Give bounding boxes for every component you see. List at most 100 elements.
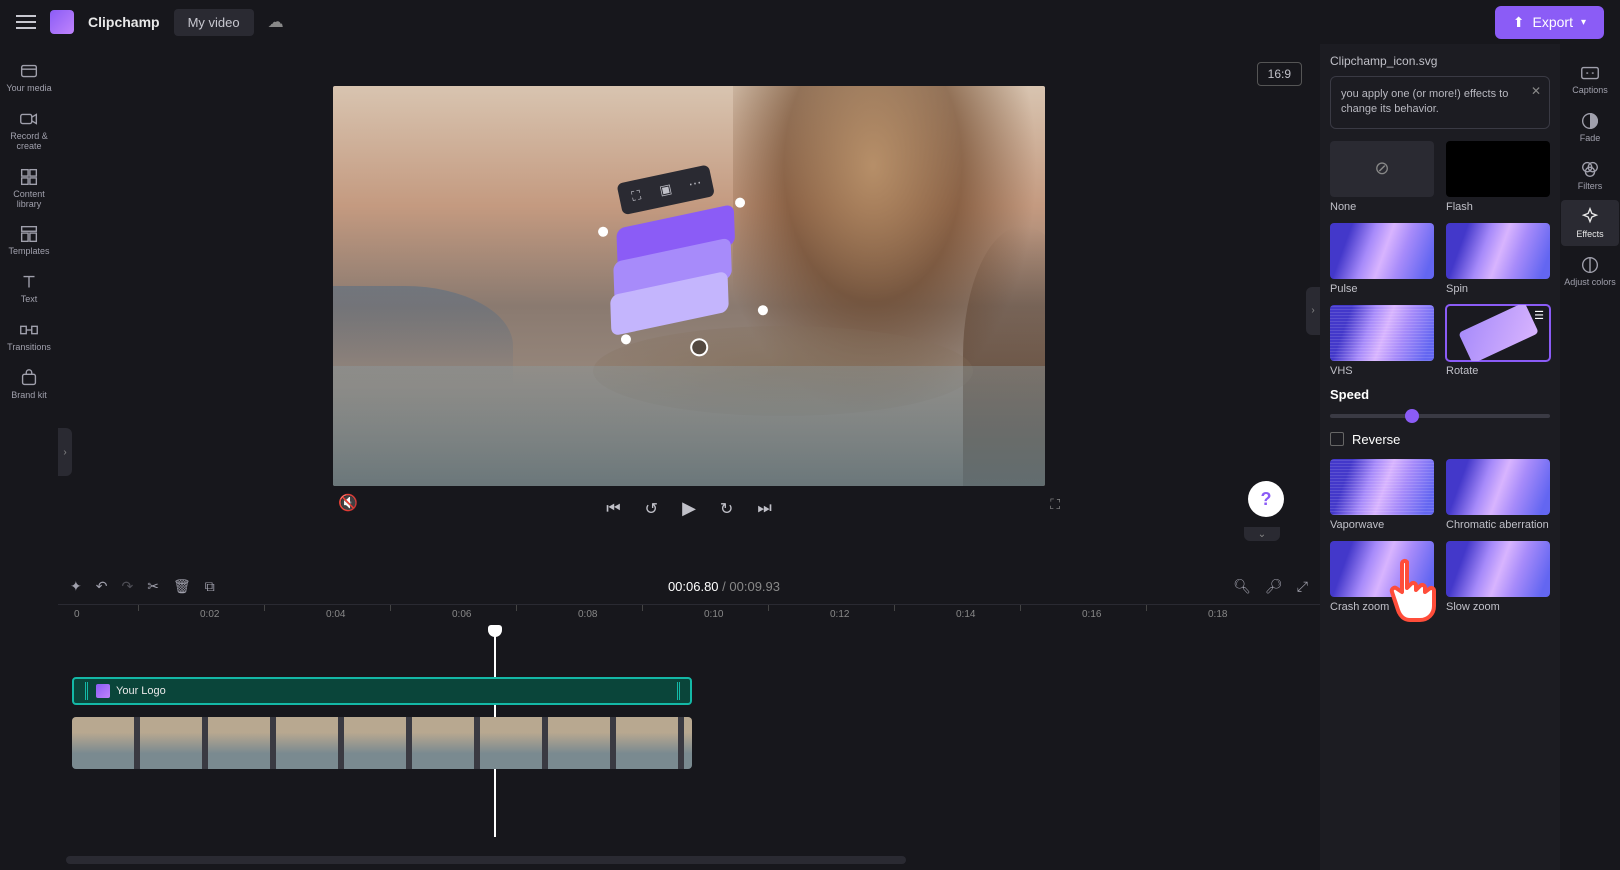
collapse-right-panel[interactable]: › (1306, 287, 1320, 335)
nav-brand-kit[interactable]: Brand kit (0, 361, 58, 407)
ruler-mark (768, 605, 769, 611)
effects-panel: Clipchamp_icon.svg ✕ you apply one (or m… (1320, 44, 1560, 870)
next-button[interactable]: ⏭ (757, 500, 771, 518)
ruler-tick: 0:18 (1208, 609, 1227, 620)
effect-flash[interactable]: Flash (1446, 141, 1550, 213)
effect-label: VHS (1330, 365, 1434, 377)
timeline-toolbar: ✦ ↶ ↷ ✂ 🗑 ⧉ 00:06.80 / 00:09.93 🔍︎ 🔎︎ ⤢ (58, 568, 1320, 604)
ruler-tick: 0:10 (704, 609, 723, 620)
effect-label: Chromatic aberration (1446, 519, 1550, 531)
chevron-down-icon: ▾ (1581, 17, 1586, 28)
tip-text: you apply one (or more!) effects to chan… (1341, 88, 1508, 115)
tip-close-button[interactable]: ✕ (1531, 83, 1541, 100)
magic-button[interactable]: ✦ (70, 578, 82, 595)
redo-button[interactable]: ↷ (121, 578, 133, 595)
nav-templates[interactable]: Templates (0, 217, 58, 263)
project-tab[interactable]: My video (174, 9, 254, 36)
effect-vaporwave[interactable]: Vaporwave (1330, 459, 1434, 531)
nav-record-create[interactable]: Record & create (0, 102, 58, 158)
time-sep: / (719, 579, 730, 594)
aspect-ratio-button[interactable]: 16:9 (1257, 62, 1302, 86)
effect-chromatic[interactable]: Chromatic aberration (1446, 459, 1550, 531)
zoom-out-button[interactable]: 🔍︎ (1233, 578, 1251, 595)
clip-grip-right[interactable] (676, 682, 680, 700)
brand-name: Clipchamp (88, 14, 160, 30)
effect-vhs[interactable]: VHS (1330, 305, 1434, 377)
nav-filters[interactable]: Filters (1561, 152, 1619, 198)
effect-spin[interactable]: Spin (1446, 223, 1550, 295)
nav-your-media[interactable]: Your media (0, 54, 58, 100)
forward-button[interactable]: ↻ (720, 499, 733, 519)
nav-fade[interactable]: Fade (1561, 104, 1619, 150)
effect-crash-zoom[interactable]: Crash zoom (1330, 541, 1434, 613)
ruler-tick: 0:02 (200, 609, 219, 620)
collapse-preview[interactable]: ⌄ (1244, 527, 1280, 541)
playback-controls: ⏮ ↺ ▶ ↻ ⏭ (606, 498, 771, 519)
nav-label: Content library (0, 190, 58, 210)
cloud-off-icon: ☁︎ (268, 12, 284, 32)
effect-rotate[interactable]: ☰Rotate (1446, 305, 1550, 377)
effect-label: Flash (1446, 201, 1550, 213)
ruler-tick: 0:04 (326, 609, 345, 620)
prev-button[interactable]: ⏮ (606, 500, 620, 518)
ruler-mark (264, 605, 265, 611)
nav-adjust-colors[interactable]: Adjust colors (1561, 248, 1619, 294)
tracks-container: Your Logo (58, 627, 1320, 773)
export-button[interactable]: ⬆ Export ▾ (1495, 6, 1604, 39)
effect-label: Vaporwave (1330, 519, 1434, 531)
reverse-checkbox[interactable] (1330, 432, 1344, 446)
clip-grip-left[interactable] (84, 682, 88, 700)
nav-label: Adjust colors (1564, 278, 1616, 288)
effect-none[interactable]: ⊘None (1330, 141, 1434, 213)
horizontal-scrollbar[interactable] (66, 856, 906, 864)
nav-effects[interactable]: Effects (1561, 200, 1619, 246)
nav-label: Filters (1578, 182, 1603, 192)
canvas-area: 16:9 ⛶ ▣ ⋯ 🔇 ⏮ ↺ ▶ ↻ (58, 44, 1320, 529)
clip-thumb-icon (96, 684, 110, 698)
video-preview[interactable]: ⛶ ▣ ⋯ (333, 86, 1045, 486)
clip-logo[interactable]: Your Logo (72, 677, 692, 705)
clip-label: Your Logo (116, 685, 166, 697)
app-logo (50, 10, 74, 34)
more-button[interactable]: ⋯ (678, 167, 713, 201)
sliders-icon[interactable]: ☰ (1534, 309, 1544, 322)
ruler-tick: 0 (74, 609, 80, 620)
nav-content-library[interactable]: Content library (0, 160, 58, 216)
speaker-off-icon[interactable]: 🔇 (338, 493, 358, 513)
ruler-tick: 0:12 (830, 609, 849, 620)
zoom-in-button[interactable]: 🔎︎ (1265, 578, 1283, 595)
ruler-tick: 0:14 (956, 609, 975, 620)
split-button[interactable]: ✂ (147, 578, 159, 595)
nav-captions[interactable]: Captions (1561, 56, 1619, 102)
ruler-mark (390, 605, 391, 611)
timeline[interactable]: 0 0:02 0:04 0:06 0:08 0:10 0:12 0:14 0:1… (58, 604, 1320, 870)
duplicate-button[interactable]: ⧉ (205, 578, 215, 595)
ruler-mark (516, 605, 517, 611)
nav-transitions[interactable]: Transitions (0, 313, 58, 359)
right-sidebar: Captions Fade Filters Effects Adjust col… (1560, 44, 1620, 870)
ruler-mark (642, 605, 643, 611)
speed-slider[interactable] (1330, 414, 1550, 418)
speed-slider-thumb[interactable] (1405, 409, 1419, 423)
delete-button[interactable]: 🗑 (173, 578, 191, 595)
zoom-fit-button[interactable]: ⤢ (1297, 578, 1308, 595)
time-display: 00:06.80 / 00:09.93 (229, 579, 1220, 594)
play-button[interactable]: ▶ (682, 498, 696, 519)
menu-button[interactable] (16, 15, 36, 29)
rewind-button[interactable]: ↺ (645, 499, 658, 519)
ruler-tick: 0:08 (578, 609, 597, 620)
timeline-ruler[interactable]: 0 0:02 0:04 0:06 0:08 0:10 0:12 0:14 0:1… (58, 605, 1320, 627)
undo-button[interactable]: ↶ (96, 578, 108, 595)
effect-label: Crash zoom (1330, 601, 1434, 613)
effect-pulse[interactable]: Pulse (1330, 223, 1434, 295)
clip-video[interactable] (72, 717, 692, 769)
effect-slow-zoom[interactable]: Slow zoom (1446, 541, 1550, 613)
fullscreen-button[interactable]: ⛶ (1050, 496, 1060, 513)
help-button[interactable]: ? (1248, 481, 1284, 517)
track-overlay[interactable]: Your Logo (72, 677, 1320, 713)
ruler-mark (138, 605, 139, 611)
upload-icon: ⬆ (1513, 14, 1525, 31)
ruler-tick: 0:06 (452, 609, 471, 620)
nav-text[interactable]: Text (0, 265, 58, 311)
track-video[interactable] (72, 717, 1320, 773)
